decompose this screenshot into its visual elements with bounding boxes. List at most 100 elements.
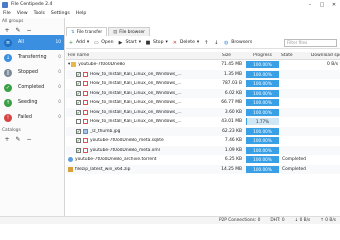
tab-file-browser[interactable]: ▤ File browser (108, 27, 150, 36)
progress-text: 100.00% (253, 100, 272, 106)
move-down-button[interactable]: ↓ (213, 40, 219, 46)
play-icon: ▶ (118, 39, 123, 46)
sidebar-item-count: 0 (58, 70, 61, 75)
sidebar-item-count: 0 (58, 100, 61, 105)
download-rate-value: 0 B/s (299, 218, 311, 223)
close-icon[interactable]: ✕ (328, 0, 340, 9)
sidebar-item-label: Stopped (18, 70, 38, 75)
move-up-button[interactable]: ↑ (203, 40, 209, 46)
remove-catalog-icon[interactable]: − (25, 135, 33, 143)
table-row[interactable]: ✔ How_to_Install_Kali_Linux_on_Windows_..… (66, 98, 340, 108)
delete-button[interactable]: ✕ Delete ▾ (172, 39, 200, 46)
size-cell: 14.25 MB (221, 166, 242, 172)
file-name-cell: ✔ How_to_Install_Kali_Linux_on_Windows_..… (66, 109, 220, 115)
progress-bar: 100.00% (246, 61, 279, 69)
col-size[interactable]: Size (220, 53, 244, 58)
col-progress[interactable]: Progress (244, 53, 279, 58)
table-row[interactable]: How_to_Install_Kali_Linux_on_Windows_...… (66, 117, 340, 127)
stop-button[interactable]: ■ Stop ▾ (145, 40, 168, 46)
maximize-icon[interactable]: □ (316, 0, 328, 9)
edit-group-icon[interactable]: ✎ (14, 26, 22, 34)
table-row[interactable]: ✔ How_to_Install_Kali_Linux_on_Windows_..… (66, 79, 340, 89)
sidebar-item-transferring[interactable]: ↓ Transferring 0 (0, 50, 64, 65)
minimize-icon[interactable]: – (304, 0, 316, 9)
menu-settings[interactable]: Settings (48, 11, 73, 16)
progress-bar: 100.00% (246, 127, 279, 135)
expand-icon[interactable]: ▾ (68, 62, 70, 67)
col-state[interactable]: State (279, 53, 309, 58)
file-checkbox[interactable]: ✔ (76, 138, 81, 144)
file-name: How_to_Install_Kali_Linux_on_Windows_... (90, 109, 182, 115)
app-icon (2, 1, 8, 8)
file-icon (83, 71, 88, 77)
col-download-speed[interactable]: Download speed (309, 53, 340, 58)
progress-text: 100.00% (253, 109, 272, 115)
menu-view[interactable]: View (14, 11, 31, 16)
table-row[interactable]: ✔ How_to_Install_Kali_Linux_on_Windows_..… (66, 69, 340, 79)
tab-bar: ⇅ File transfer ▤ File browser (66, 27, 151, 36)
file-name: youtube-7t0o0Dne8o_archive.torrent (75, 157, 157, 163)
size-cell: 66.77 MB (221, 100, 242, 106)
add-button[interactable]: + Add ▾ (68, 40, 89, 46)
add-catalog-icon[interactable]: + (3, 135, 11, 143)
table-row[interactable]: ▾ youtube-7t0o0Dne8o 71.45 MB 100.00% 0 B/s (66, 60, 340, 70)
menu-help[interactable]: Help (73, 11, 89, 16)
progress-text: 1.77% (255, 119, 270, 125)
open-button[interactable]: ▭ Open (93, 40, 114, 46)
state-cell: Completed (282, 166, 306, 172)
add-icon: + (68, 39, 74, 46)
sidebar-item-count: 10 (55, 40, 61, 45)
progress-bar: 100.00% (246, 137, 279, 145)
table-row[interactable]: filezip_latest_win_x64.zip 14.25 MB 100.00… (66, 164, 340, 174)
sidebar-item-count: 0 (58, 85, 61, 90)
sidebar-item-completed[interactable]: ✓ Completed 0 (0, 80, 64, 95)
sidebar-item-seeding[interactable]: ↑ Seeding 0 (0, 95, 64, 110)
file-icon (83, 81, 88, 87)
table-row[interactable]: ✔ How_to_Install_Kali_Linux_on_Windows_..… (66, 107, 340, 117)
remove-group-icon[interactable]: − (25, 26, 33, 34)
file-icon (83, 100, 88, 106)
chevron-down-icon: ▾ (86, 40, 90, 45)
stop-icon: ■ (145, 39, 151, 46)
search-input[interactable]: Filter files (284, 38, 337, 47)
sidebar-item-failed[interactable]: ! Failed 0 (0, 110, 64, 125)
start-button[interactable]: ▶ Start ▾ (118, 39, 141, 46)
delete-icon: ✕ (172, 39, 177, 46)
p2p-connections: P2P Connections: 0 (218, 218, 261, 223)
menu-file[interactable]: File (0, 11, 14, 16)
browsers-button[interactable]: ◍ Browsers (223, 40, 252, 46)
file-name-cell: ✔ _lz_thumb.jpg (66, 128, 220, 134)
edit-catalog-icon[interactable]: ✎ (14, 135, 22, 143)
table-row[interactable]: youtube-7t0o0Dne8o_archive.torrent 6.25 K… (66, 155, 340, 165)
file-checkbox[interactable]: ✔ (76, 90, 81, 96)
table-row[interactable]: ✔ youtube-7t0o0Dne8o_meta.xml 1.09 KB 100.0… (66, 145, 340, 155)
file-checkbox[interactable]: ✔ (76, 81, 81, 87)
file-checkbox[interactable] (76, 119, 81, 125)
transfer-table: File name Size Progress State Download s… (66, 52, 340, 174)
table-row[interactable]: ✔ _lz_thumb.jpg 62.23 KB 100.00% (66, 126, 340, 136)
file-checkbox[interactable]: ✔ (76, 128, 81, 134)
file-name-cell: filezip_latest_win_x64.zip (66, 166, 220, 172)
progress-text: 100.00% (253, 157, 272, 163)
tab-file-transfer[interactable]: ⇅ File transfer (66, 27, 108, 36)
file-checkbox[interactable]: ✔ (76, 147, 81, 153)
col-file-name[interactable]: File name (66, 53, 220, 58)
sidebar-item-stopped[interactable]: ∥ Stopped 0 (0, 65, 64, 80)
arrow-down-icon: ↓ (214, 39, 219, 46)
stop-label: Stop (153, 40, 164, 45)
table-row[interactable]: ✔ How_to_Install_Kali_Linux_on_Windows_..… (66, 88, 340, 98)
file-icon (83, 147, 88, 153)
file-checkbox[interactable]: ✔ (76, 109, 81, 115)
chevron-down-icon: ▾ (165, 40, 168, 45)
file-name: How_to_Install_Kali_Linux_on_Windows_... (90, 71, 182, 77)
menu-tools[interactable]: Tools (31, 11, 48, 16)
archive-icon (68, 166, 73, 172)
chevron-down-icon: ▾ (196, 40, 200, 45)
file-checkbox[interactable]: ✔ (76, 100, 81, 106)
title-bar: File Centipede 2.4 – □ ✕ (0, 0, 340, 9)
add-group-icon[interactable]: + (3, 26, 11, 34)
file-checkbox[interactable]: ✔ (76, 71, 81, 77)
sidebar-item-all[interactable]: ≡ All 10 (0, 35, 64, 50)
file-name-cell: ✔ How_to_Install_Kali_Linux_on_Windows_..… (66, 81, 220, 87)
table-row[interactable]: ✔ youtube-7t0o0Dne8o_meta.sqlite 7.46 KB 10… (66, 136, 340, 146)
